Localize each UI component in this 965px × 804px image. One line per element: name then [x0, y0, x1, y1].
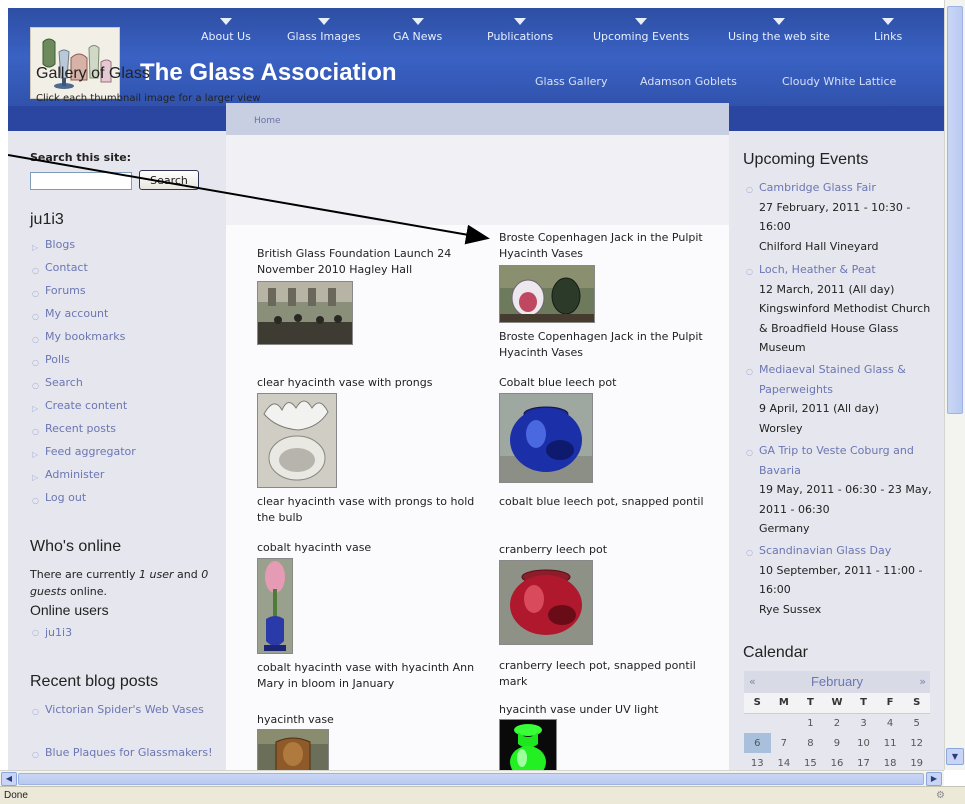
- annotation-arrow: [8, 154, 490, 245]
- scroll-right-arrow-icon[interactable]: ▶: [926, 772, 942, 786]
- vertical-scrollbar-thumb[interactable]: [947, 6, 963, 414]
- scroll-down-arrow-icon[interactable]: ▼: [946, 748, 964, 765]
- status-text: Done: [4, 790, 28, 801]
- page-viewport: The Glass Association About Us Glass Ima…: [8, 8, 944, 770]
- horizontal-scrollbar[interactable]: ◀ ▶: [0, 770, 944, 786]
- vertical-scrollbar[interactable]: ▼: [944, 0, 965, 770]
- scroll-left-arrow-icon[interactable]: ◀: [1, 772, 17, 786]
- status-bar: Done ⚙: [0, 786, 965, 804]
- window-top-edge: [0, 0, 965, 8]
- horizontal-scrollbar-thumb[interactable]: [18, 773, 924, 785]
- zone-icon: ⚙: [936, 790, 945, 801]
